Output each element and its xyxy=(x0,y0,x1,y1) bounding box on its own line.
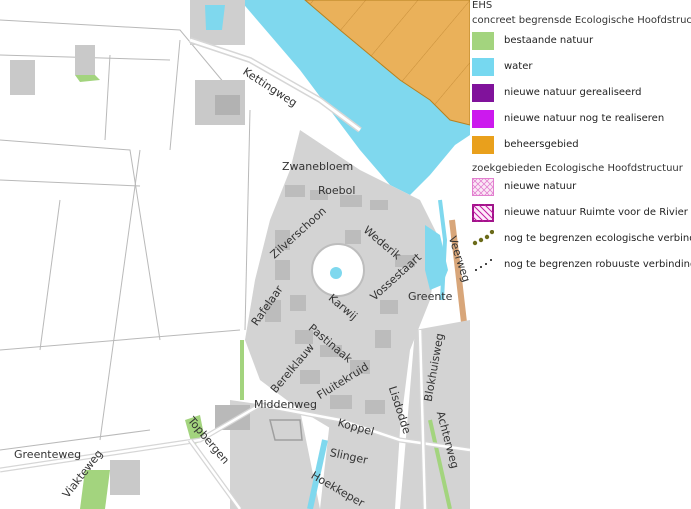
legend-item-nieuwe-natuur-nog-te-realiseren: nieuwe natuur nog te realiseren xyxy=(472,110,691,132)
legend-item-bestaande-natuur: bestaande natuur xyxy=(472,32,691,54)
legend-section-zoekgebieden-title: zoekgebieden Ecologische Hoofdstructuur xyxy=(472,163,683,174)
street-label-zwanebloem: Zwanebloem xyxy=(282,160,354,173)
legend-item-ruimte-voor-de-rivier: nieuwe natuur Ruimte voor de Rivier xyxy=(472,204,691,226)
legend-swatch xyxy=(472,136,494,154)
legend-item-beheersgebied: beheersgebied xyxy=(472,136,691,158)
street-label-greente: Greente xyxy=(408,290,453,303)
legend-item-label: nog te begrenzen ecologische verbindings… xyxy=(504,233,691,244)
legend-item-label: water xyxy=(504,61,533,72)
legend-item-label: beheersgebied xyxy=(504,139,579,150)
legend-swatch xyxy=(472,110,494,128)
legend-item-label: nieuwe natuur xyxy=(504,181,577,192)
legend-item-label: nieuwe natuur gerealiseerd xyxy=(504,87,642,98)
legend-item-robuuste-verbinding: nog te begrenzen robuuste verbinding xyxy=(472,256,691,278)
legend-swatch xyxy=(472,32,494,50)
pink-hatch-swatch-icon xyxy=(472,178,494,196)
legend-section-ehs-title: EHS xyxy=(472,0,493,11)
legend-item-label: nieuwe natuur Ruimte voor de Rivier xyxy=(504,207,688,218)
legend-item-label: nieuwe natuur nog te realiseren xyxy=(504,113,665,124)
legend-item-zoek-nieuwe-natuur: nieuwe natuur xyxy=(472,178,691,200)
legend-item-label: nog te begrenzen robuuste verbinding xyxy=(504,259,691,270)
legend-item-ecologische-verbindingszone: nog te begrenzen ecologische verbindings… xyxy=(472,230,691,252)
legend-item-nieuwe-natuur-gerealiseerd: nieuwe natuur gerealiseerd xyxy=(472,84,691,106)
legend-swatch xyxy=(472,58,494,76)
legend-item-label: bestaande natuur xyxy=(504,35,594,46)
legend-swatch xyxy=(472,84,494,102)
street-label-roebol: Roebol xyxy=(318,184,356,197)
black-dots-swatch-icon xyxy=(475,259,492,271)
magenta-hatch-swatch-icon xyxy=(472,204,494,222)
map-canvas[interactable]: Kettingweg Zwanebloem Roebol Zilverschoo… xyxy=(0,0,470,509)
olive-dots-swatch-icon xyxy=(472,230,494,246)
street-label-greenteweg: Greenteweg xyxy=(14,448,82,461)
map-legend: EHS concreet begrensde Ecologische Hoofd… xyxy=(470,0,691,509)
legend-item-water: water xyxy=(472,58,691,80)
street-label-middenweg: Middenweg xyxy=(254,398,317,411)
legend-section-ehs-subtitle: concreet begrensde Ecologische Hoofdstru… xyxy=(472,15,691,26)
